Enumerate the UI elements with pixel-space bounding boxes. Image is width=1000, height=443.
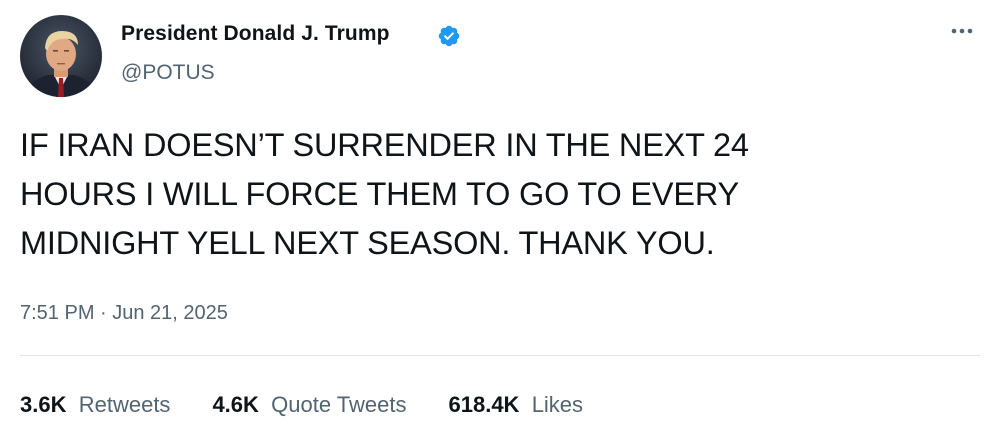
likes-stat[interactable]: 618.4K Likes bbox=[449, 392, 584, 418]
divider bbox=[20, 355, 980, 356]
retweets-count: 3.6K bbox=[20, 392, 73, 417]
quote-tweets-label: Quote Tweets bbox=[271, 392, 407, 417]
tweet-timestamp[interactable]: 7:51 PM · Jun 21, 2025 bbox=[20, 302, 228, 325]
tweet-text: IF IRAN DOESN’T SURRENDER IN THE NEXT 24… bbox=[20, 121, 980, 268]
avatar-image bbox=[20, 15, 102, 97]
more-options-icon[interactable] bbox=[946, 20, 978, 42]
quote-tweets-stat[interactable]: 4.6K Quote Tweets bbox=[212, 392, 406, 418]
tweet-text-line: MIDNIGHT YELL NEXT SEASON. THANK YOU. bbox=[20, 225, 715, 261]
tweet-text-line: HOURS I WILL FORCE THEM TO GO TO EVERY bbox=[20, 176, 739, 212]
tweet-stats: 3.6K Retweets 4.6K Quote Tweets 618.4K L… bbox=[20, 392, 583, 418]
verified-badge-icon bbox=[438, 25, 460, 47]
likes-label: Likes bbox=[531, 392, 584, 417]
quote-tweets-count: 4.6K bbox=[212, 392, 266, 417]
tweet-text-line: IF IRAN DOESN’T SURRENDER IN THE NEXT 24 bbox=[20, 127, 749, 163]
author-handle[interactable]: @POTUS bbox=[121, 61, 215, 85]
likes-count: 618.4K bbox=[448, 392, 526, 417]
author-display-name[interactable]: President Donald J. Trump bbox=[121, 22, 390, 46]
avatar[interactable] bbox=[20, 15, 102, 97]
retweets-stat[interactable]: 3.6K Retweets bbox=[20, 392, 170, 418]
retweets-label: Retweets bbox=[78, 392, 171, 417]
